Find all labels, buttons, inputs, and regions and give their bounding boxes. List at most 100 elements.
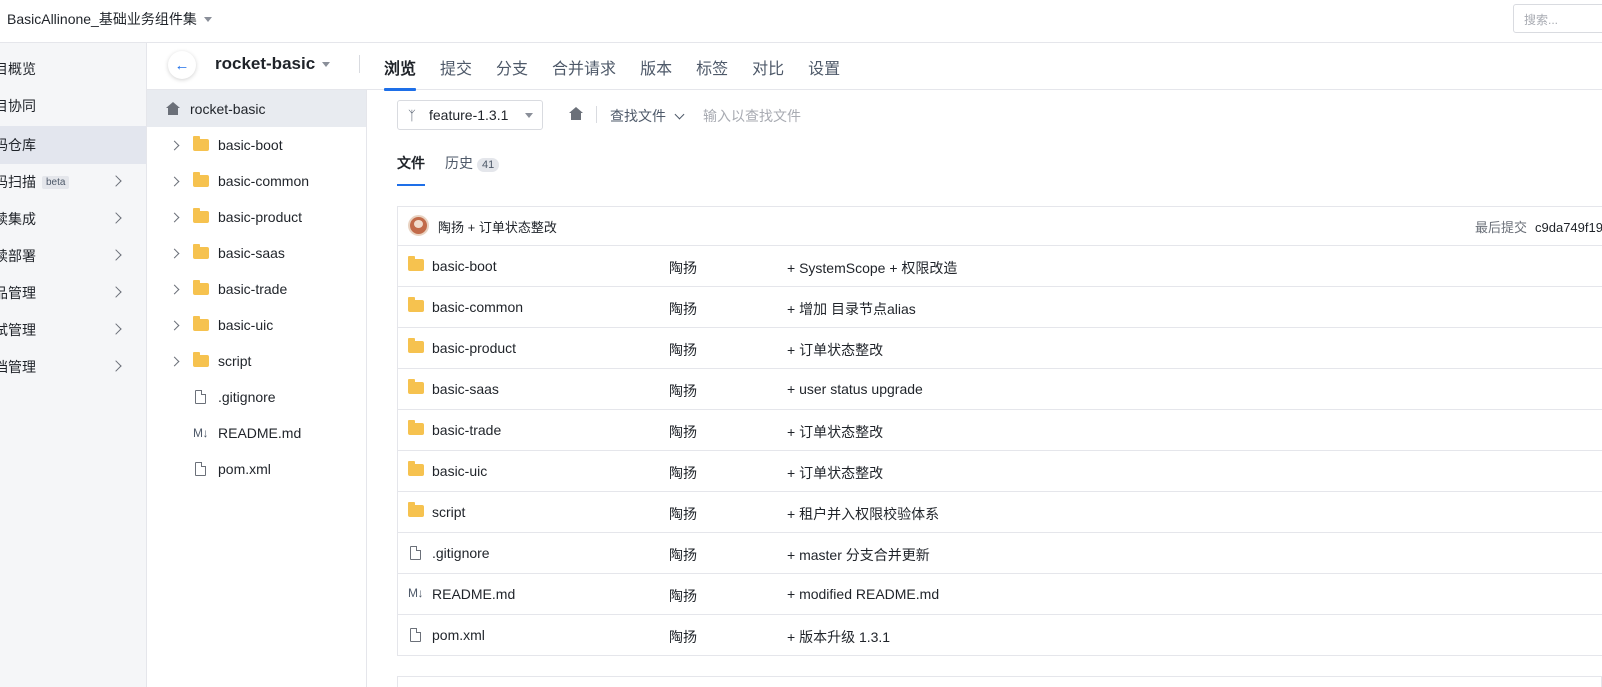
commit-message-link[interactable]: + user status upgrade	[787, 381, 923, 397]
chevron-right-icon	[110, 323, 122, 335]
history-count-badge: 41	[477, 158, 500, 172]
commit-message-link[interactable]: + master 分支合并更新	[787, 545, 930, 565]
nav-item-label: 码仓库	[0, 137, 36, 153]
tab-branches[interactable]: 分支	[496, 43, 528, 90]
tree-item[interactable]: basic-saas	[147, 235, 366, 271]
commit-summary[interactable]: 陶扬 + 订单状态整改	[438, 217, 557, 236]
chevron-right-icon[interactable]	[169, 320, 180, 330]
commit-message-link[interactable]: + SystemScope + 权限改造	[787, 258, 957, 278]
tree-item[interactable]: pom.xml	[147, 451, 366, 487]
home-button[interactable]	[569, 106, 583, 122]
tree-item[interactable]: basic-trade	[147, 271, 366, 307]
commit-hash[interactable]: c9da749f19	[1535, 220, 1602, 235]
tree-item[interactable]: basic-product	[147, 199, 366, 235]
chevron-right-icon[interactable]	[169, 176, 180, 186]
beta-badge: beta	[42, 175, 70, 189]
caret-down-icon	[322, 61, 331, 67]
tab-settings[interactable]: 设置	[808, 43, 840, 90]
tree-item-label: basic-trade	[218, 281, 288, 297]
nav-item-label: 码扫描	[0, 174, 36, 190]
tab-releases[interactable]: 版本	[640, 43, 672, 90]
find-file-label: 查找文件	[610, 108, 666, 124]
file-name-link[interactable]: basic-common	[432, 299, 523, 315]
caret-down-icon	[525, 113, 533, 118]
nav-item-docs[interactable]: 档管理	[0, 348, 146, 386]
tree-item[interactable]: script	[147, 343, 366, 379]
tab-files[interactable]: 文件	[397, 153, 425, 187]
file-name-link[interactable]: .gitignore	[432, 545, 490, 561]
tab-tags[interactable]: 标签	[696, 43, 728, 90]
readme-card	[397, 676, 1602, 687]
commit-message-link[interactable]: + 租户并入权限校验体系	[787, 504, 939, 524]
project-name: BasicAllinone_基础业务组件集	[7, 11, 197, 27]
commit-message-link[interactable]: + 订单状态整改	[787, 422, 883, 442]
nav-item-code-repo[interactable]: 码仓库	[0, 126, 146, 164]
commit-message-link[interactable]: + 订单状态整改	[787, 340, 883, 360]
nav-item-label: 档管理	[0, 359, 36, 375]
repo-tabs: 浏览 提交 分支 合并请求 版本 标签 对比 设置	[384, 43, 864, 91]
tree-item-label: .gitignore	[218, 389, 276, 405]
file-name-link[interactable]: script	[432, 504, 465, 520]
tree-item-label: basic-common	[218, 173, 310, 189]
table-row: basic-common 陶扬 + 增加 目录节点alias	[398, 286, 1602, 327]
nav-item-overview[interactable]: 目概览	[0, 50, 146, 88]
commit-message-link[interactable]: + modified README.md	[787, 586, 939, 602]
file-name-link[interactable]: basic-uic	[432, 463, 487, 479]
commit-message-link[interactable]: + 增加 目录节点alias	[787, 299, 916, 319]
markdown-icon: M↓	[408, 586, 424, 600]
chevron-down-icon	[674, 109, 685, 119]
file-author: 陶扬	[669, 506, 697, 522]
nav-item-label: 试管理	[0, 322, 36, 338]
nav-item-product[interactable]: 品管理	[0, 274, 146, 312]
file-name-link[interactable]: basic-boot	[432, 258, 497, 274]
file-name-link[interactable]: README.md	[432, 586, 515, 602]
search-input[interactable]: 搜索...	[1513, 4, 1602, 33]
file-icon	[195, 390, 206, 404]
tab-history[interactable]: 历史 41	[445, 153, 500, 187]
tab-browse[interactable]: 浏览	[384, 43, 417, 91]
nav-item-cd[interactable]: 续部署	[0, 237, 146, 275]
back-button[interactable]: ←	[168, 51, 196, 79]
avatar[interactable]	[408, 215, 429, 236]
table-row: basic-saas 陶扬 + user status upgrade	[398, 368, 1602, 409]
tab-commits[interactable]: 提交	[440, 43, 472, 90]
project-switcher[interactable]: BasicAllinone_基础业务组件集	[7, 9, 212, 29]
nav-item-test[interactable]: 试管理	[0, 311, 146, 349]
tree-root[interactable]: rocket-basic	[147, 90, 366, 127]
find-file-input[interactable]: 输入以查找文件	[703, 106, 801, 126]
repo-switcher[interactable]: rocket-basic	[215, 54, 331, 74]
chevron-right-icon	[110, 286, 122, 298]
commit-message-link[interactable]: + 订单状态整改	[787, 463, 883, 483]
tab-compare[interactable]: 对比	[752, 43, 784, 90]
caret-down-icon	[203, 16, 212, 22]
chevron-right-icon[interactable]	[169, 284, 180, 294]
table-row: M↓ README.md 陶扬 + modified README.md	[398, 573, 1602, 614]
tree-item-label: basic-product	[218, 209, 303, 225]
tree-item[interactable]: .gitignore	[147, 379, 366, 415]
chevron-right-icon	[110, 175, 122, 187]
file-name-link[interactable]: basic-saas	[432, 381, 499, 397]
commit-message-link[interactable]: + 版本升级 1.3.1	[787, 627, 890, 647]
table-row: .gitignore 陶扬 + master 分支合并更新	[398, 532, 1602, 573]
tree-item[interactable]: M↓ README.md	[147, 415, 366, 451]
divider	[359, 55, 360, 73]
nav-item-collaboration[interactable]: 目协同	[0, 87, 146, 125]
branch-selector[interactable]: ᛉ feature-1.3.1	[397, 100, 543, 130]
chevron-right-icon[interactable]	[169, 140, 180, 150]
file-name-link[interactable]: basic-trade	[432, 422, 501, 438]
file-name-link[interactable]: basic-product	[432, 340, 516, 356]
nav-item-ci[interactable]: 续集成	[0, 200, 146, 238]
tree-item[interactable]: basic-uic	[147, 307, 366, 343]
file-author: 陶扬	[669, 588, 697, 604]
chevron-right-icon[interactable]	[169, 212, 180, 222]
chevron-right-icon[interactable]	[169, 248, 180, 258]
tree-item[interactable]: basic-boot	[147, 127, 366, 163]
tab-merge-requests[interactable]: 合并请求	[552, 43, 616, 90]
find-file-dropdown[interactable]: 查找文件	[610, 106, 685, 126]
table-row: basic-product 陶扬 + 订单状态整改	[398, 327, 1602, 368]
nav-item-label: 目概览	[0, 61, 36, 77]
chevron-right-icon[interactable]	[169, 356, 180, 366]
nav-item-code-scan[interactable]: 码扫描 beta	[0, 163, 146, 201]
tree-item[interactable]: basic-common	[147, 163, 366, 199]
file-name-link[interactable]: pom.xml	[432, 627, 485, 643]
